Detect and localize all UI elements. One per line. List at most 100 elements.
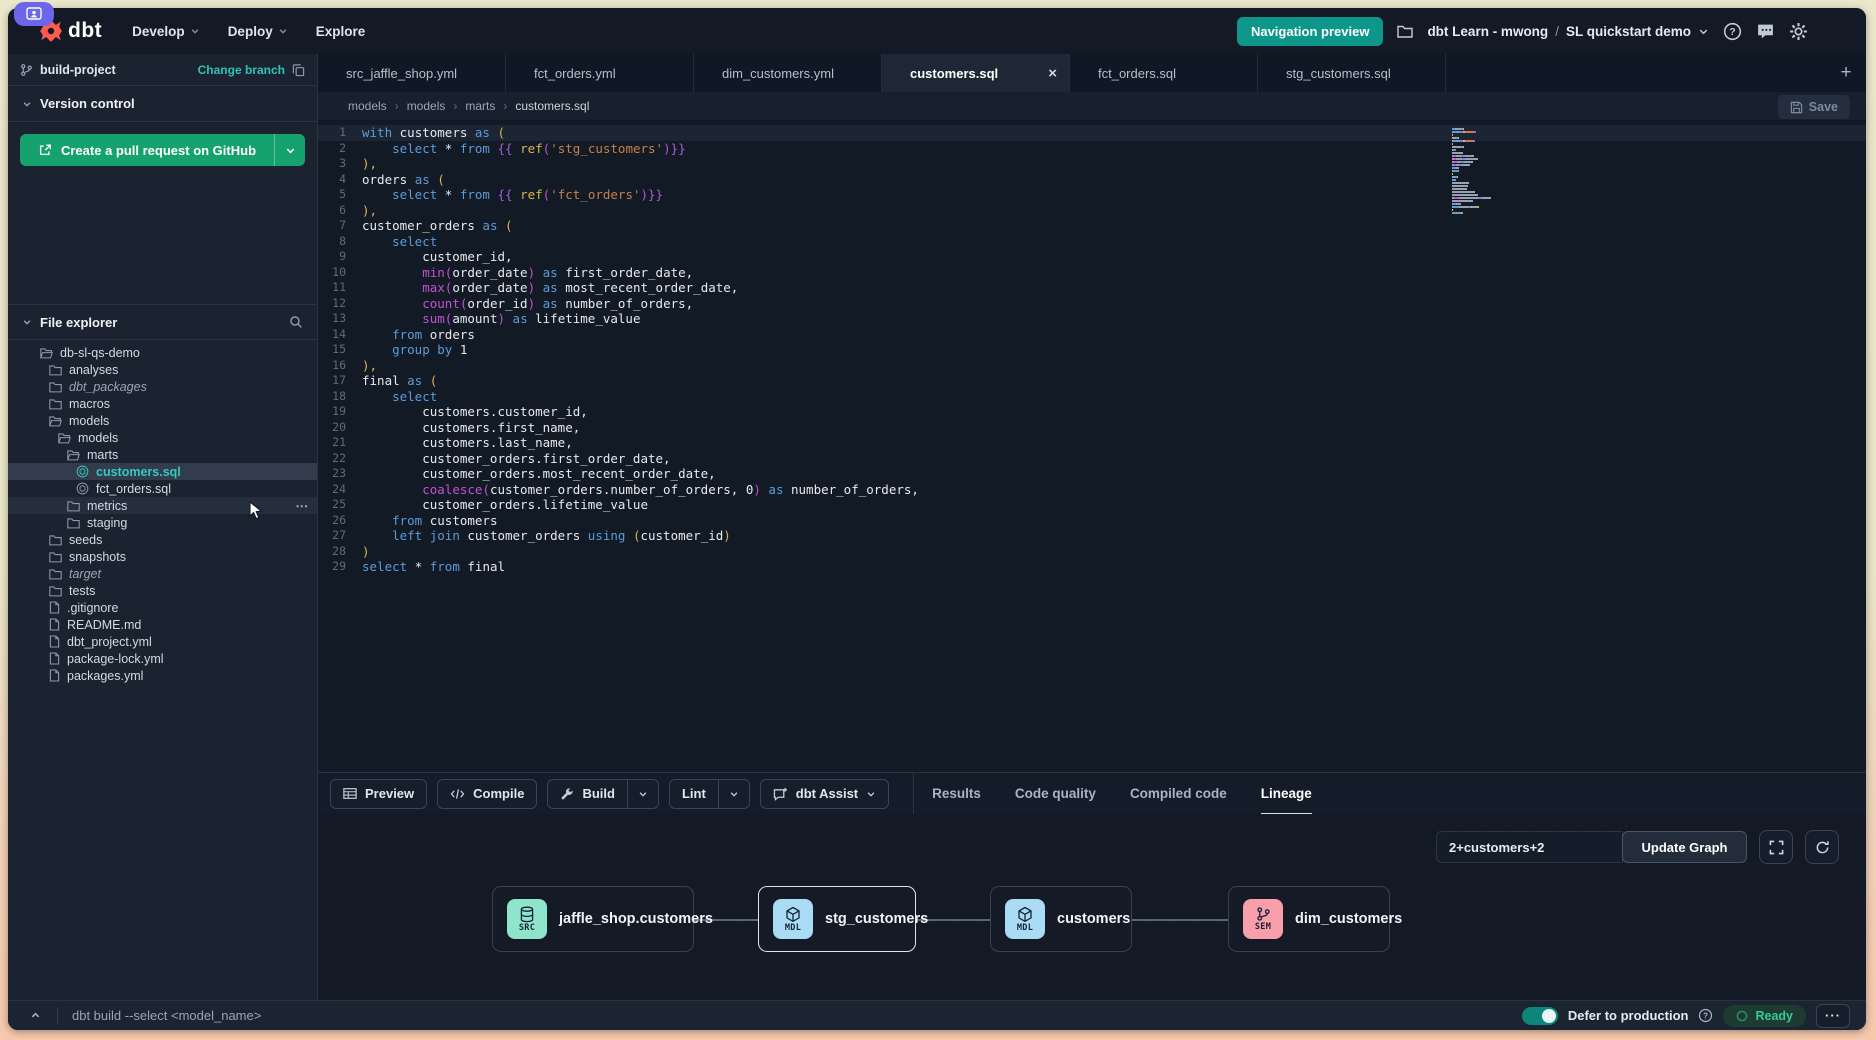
- copy-icon[interactable]: [292, 63, 305, 77]
- breadcrumb-item[interactable]: models: [407, 99, 446, 113]
- code-line-16[interactable]: 16),: [318, 358, 1866, 374]
- lineage-filter-input[interactable]: [1436, 831, 1623, 863]
- lint-options-chevron[interactable]: [719, 780, 749, 808]
- new-tab-button[interactable]: +: [1826, 54, 1866, 92]
- code-line-24[interactable]: 24 coalesce(customer_orders.number_of_or…: [318, 482, 1866, 498]
- tree-item-models[interactable]: models: [8, 412, 317, 429]
- code-line-23[interactable]: 23 customer_orders.most_recent_order_dat…: [318, 466, 1866, 482]
- menu-develop[interactable]: Develop: [132, 24, 200, 39]
- create-pull-request-button[interactable]: Create a pull request on GitHub: [20, 134, 305, 166]
- version-control-header[interactable]: Version control: [8, 86, 317, 122]
- code-line-8[interactable]: 8 select: [318, 234, 1866, 250]
- code-line-1[interactable]: 1with customers as (: [318, 125, 1866, 141]
- dbt-assist-button[interactable]: dbt Assist: [760, 779, 889, 809]
- editor-tab-dim-customers-yml[interactable]: dim_customers.yml: [694, 54, 882, 92]
- lint-button[interactable]: Lint: [669, 779, 750, 809]
- code-line-20[interactable]: 20 customers.first_name,: [318, 420, 1866, 436]
- search-icon[interactable]: [289, 315, 303, 329]
- tree-item-tests[interactable]: tests: [8, 582, 317, 599]
- defer-toggle[interactable]: [1522, 1007, 1558, 1025]
- ide-status-badge[interactable]: Ready: [1723, 1005, 1806, 1027]
- tree-item-gitignore[interactable]: .gitignore: [8, 599, 317, 616]
- tree-item-dbt-packages[interactable]: dbt_packages: [8, 378, 317, 395]
- code-line-29[interactable]: 29select * from final: [318, 559, 1866, 575]
- file-explorer-header[interactable]: File explorer: [8, 304, 317, 340]
- tree-item-readme-md[interactable]: README.md: [8, 616, 317, 633]
- code-line-17[interactable]: 17final as (: [318, 373, 1866, 389]
- code-line-6[interactable]: 6),: [318, 203, 1866, 219]
- code-line-9[interactable]: 9 customer_id,: [318, 249, 1866, 265]
- tab-compiled-code[interactable]: Compiled code: [1130, 773, 1227, 815]
- code-line-2[interactable]: 2 select * from {{ ref('stg_customers')}…: [318, 141, 1866, 157]
- code-line-22[interactable]: 22 customer_orders.first_order_date,: [318, 451, 1866, 467]
- more-options-button[interactable]: ···: [1816, 1004, 1850, 1028]
- defer-help-icon[interactable]: ?: [1698, 1008, 1713, 1023]
- menu-explore[interactable]: Explore: [316, 24, 366, 39]
- code-line-15[interactable]: 15 group by 1: [318, 342, 1866, 358]
- code-line-19[interactable]: 19 customers.customer_id,: [318, 404, 1866, 420]
- lineage-node-dim-customers[interactable]: SEMdim_customers: [1228, 886, 1390, 952]
- editor-tab-src-jaffle-shop-yml[interactable]: src_jaffle_shop.yml: [318, 54, 506, 92]
- breadcrumb-item[interactable]: customers.sql: [515, 99, 589, 113]
- item-actions-button[interactable]: ⋯: [296, 498, 310, 513]
- breadcrumb-item[interactable]: models: [348, 99, 387, 113]
- editor-tab-fct-orders-yml[interactable]: fct_orders.yml: [506, 54, 694, 92]
- command-input[interactable]: dbt build --select <model_name>: [72, 1008, 261, 1023]
- editor-tab-fct-orders-sql[interactable]: fct_orders.sql: [1070, 54, 1258, 92]
- code-editor[interactable]: 1with customers as (2 select * from {{ r…: [318, 120, 1866, 772]
- code-line-10[interactable]: 10 min(order_date) as first_order_date,: [318, 265, 1866, 281]
- tree-item-packages-yml[interactable]: packages.yml: [8, 667, 317, 684]
- tree-item-db-sl-qs-demo[interactable]: db-sl-qs-demo: [8, 344, 317, 361]
- code-line-5[interactable]: 5 select * from {{ ref('fct_orders')}}: [318, 187, 1866, 203]
- tree-item-target[interactable]: target: [8, 565, 317, 582]
- build-button[interactable]: Build: [547, 779, 659, 809]
- menu-deploy[interactable]: Deploy: [228, 24, 288, 39]
- close-tab-icon[interactable]: ×: [1048, 65, 1057, 82]
- breadcrumb-item[interactable]: marts: [465, 99, 495, 113]
- compile-button[interactable]: Compile: [437, 779, 537, 809]
- save-button[interactable]: Save: [1778, 95, 1850, 119]
- code-line-25[interactable]: 25 customer_orders.lifetime_value: [318, 497, 1866, 513]
- lineage-node-customers[interactable]: MDLcustomers: [990, 886, 1132, 952]
- tree-item-macros[interactable]: macros: [8, 395, 317, 412]
- editor-tab-customers-sql[interactable]: customers.sql×: [882, 54, 1070, 92]
- editor-minimap[interactable]: [1452, 128, 1504, 215]
- collapse-panel-button[interactable]: [22, 1010, 49, 1021]
- tree-item-staging[interactable]: staging: [8, 514, 317, 531]
- account-project-breadcrumb[interactable]: dbt Learn - mwong / SL quickstart demo: [1427, 24, 1709, 39]
- code-line-12[interactable]: 12 count(order_id) as number_of_orders,: [318, 296, 1866, 312]
- navigation-preview-button[interactable]: Navigation preview: [1237, 17, 1383, 46]
- code-line-21[interactable]: 21 customers.last_name,: [318, 435, 1866, 451]
- tree-item-analyses[interactable]: analyses: [8, 361, 317, 378]
- settings-gear-icon[interactable]: [1789, 22, 1808, 41]
- code-line-4[interactable]: 4orders as (: [318, 172, 1866, 188]
- code-line-26[interactable]: 26 from customers: [318, 513, 1866, 529]
- code-line-27[interactable]: 27 left join customer_orders using (cust…: [318, 528, 1866, 544]
- tree-item-metrics[interactable]: metrics⋯: [8, 497, 317, 514]
- change-branch-link[interactable]: Change branch: [198, 63, 285, 77]
- update-graph-button[interactable]: Update Graph: [1622, 831, 1747, 863]
- lineage-node-stg-customers[interactable]: MDLstg_customers: [758, 886, 916, 952]
- code-line-14[interactable]: 14 from orders: [318, 327, 1866, 343]
- tab-code-quality[interactable]: Code quality: [1015, 773, 1096, 815]
- lineage-node-jaffle-shop-customers[interactable]: SRCjaffle_shop.customers: [492, 886, 694, 952]
- preview-button[interactable]: Preview: [330, 779, 427, 809]
- tree-item-snapshots[interactable]: snapshots: [8, 548, 317, 565]
- tree-item-models[interactable]: models: [8, 429, 317, 446]
- tree-item-fct-orders-sql[interactable]: fct_orders.sql: [8, 480, 317, 497]
- feedback-icon[interactable]: [1756, 22, 1775, 41]
- editor-tab-stg-customers-sql[interactable]: stg_customers.sql: [1258, 54, 1446, 92]
- tab-results[interactable]: Results: [932, 773, 981, 815]
- tree-item-package-lock-yml[interactable]: package-lock.yml: [8, 650, 317, 667]
- code-line-11[interactable]: 11 max(order_date) as most_recent_order_…: [318, 280, 1866, 296]
- code-line-18[interactable]: 18 select: [318, 389, 1866, 405]
- tab-lineage[interactable]: Lineage: [1261, 773, 1312, 815]
- code-line-7[interactable]: 7customer_orders as (: [318, 218, 1866, 234]
- fullscreen-button[interactable]: [1759, 830, 1793, 864]
- code-line-3[interactable]: 3),: [318, 156, 1866, 172]
- tree-item-marts[interactable]: marts: [8, 446, 317, 463]
- pr-options-chevron[interactable]: [275, 134, 305, 166]
- code-line-13[interactable]: 13 sum(amount) as lifetime_value: [318, 311, 1866, 327]
- tree-item-seeds[interactable]: seeds: [8, 531, 317, 548]
- code-line-28[interactable]: 28): [318, 544, 1866, 560]
